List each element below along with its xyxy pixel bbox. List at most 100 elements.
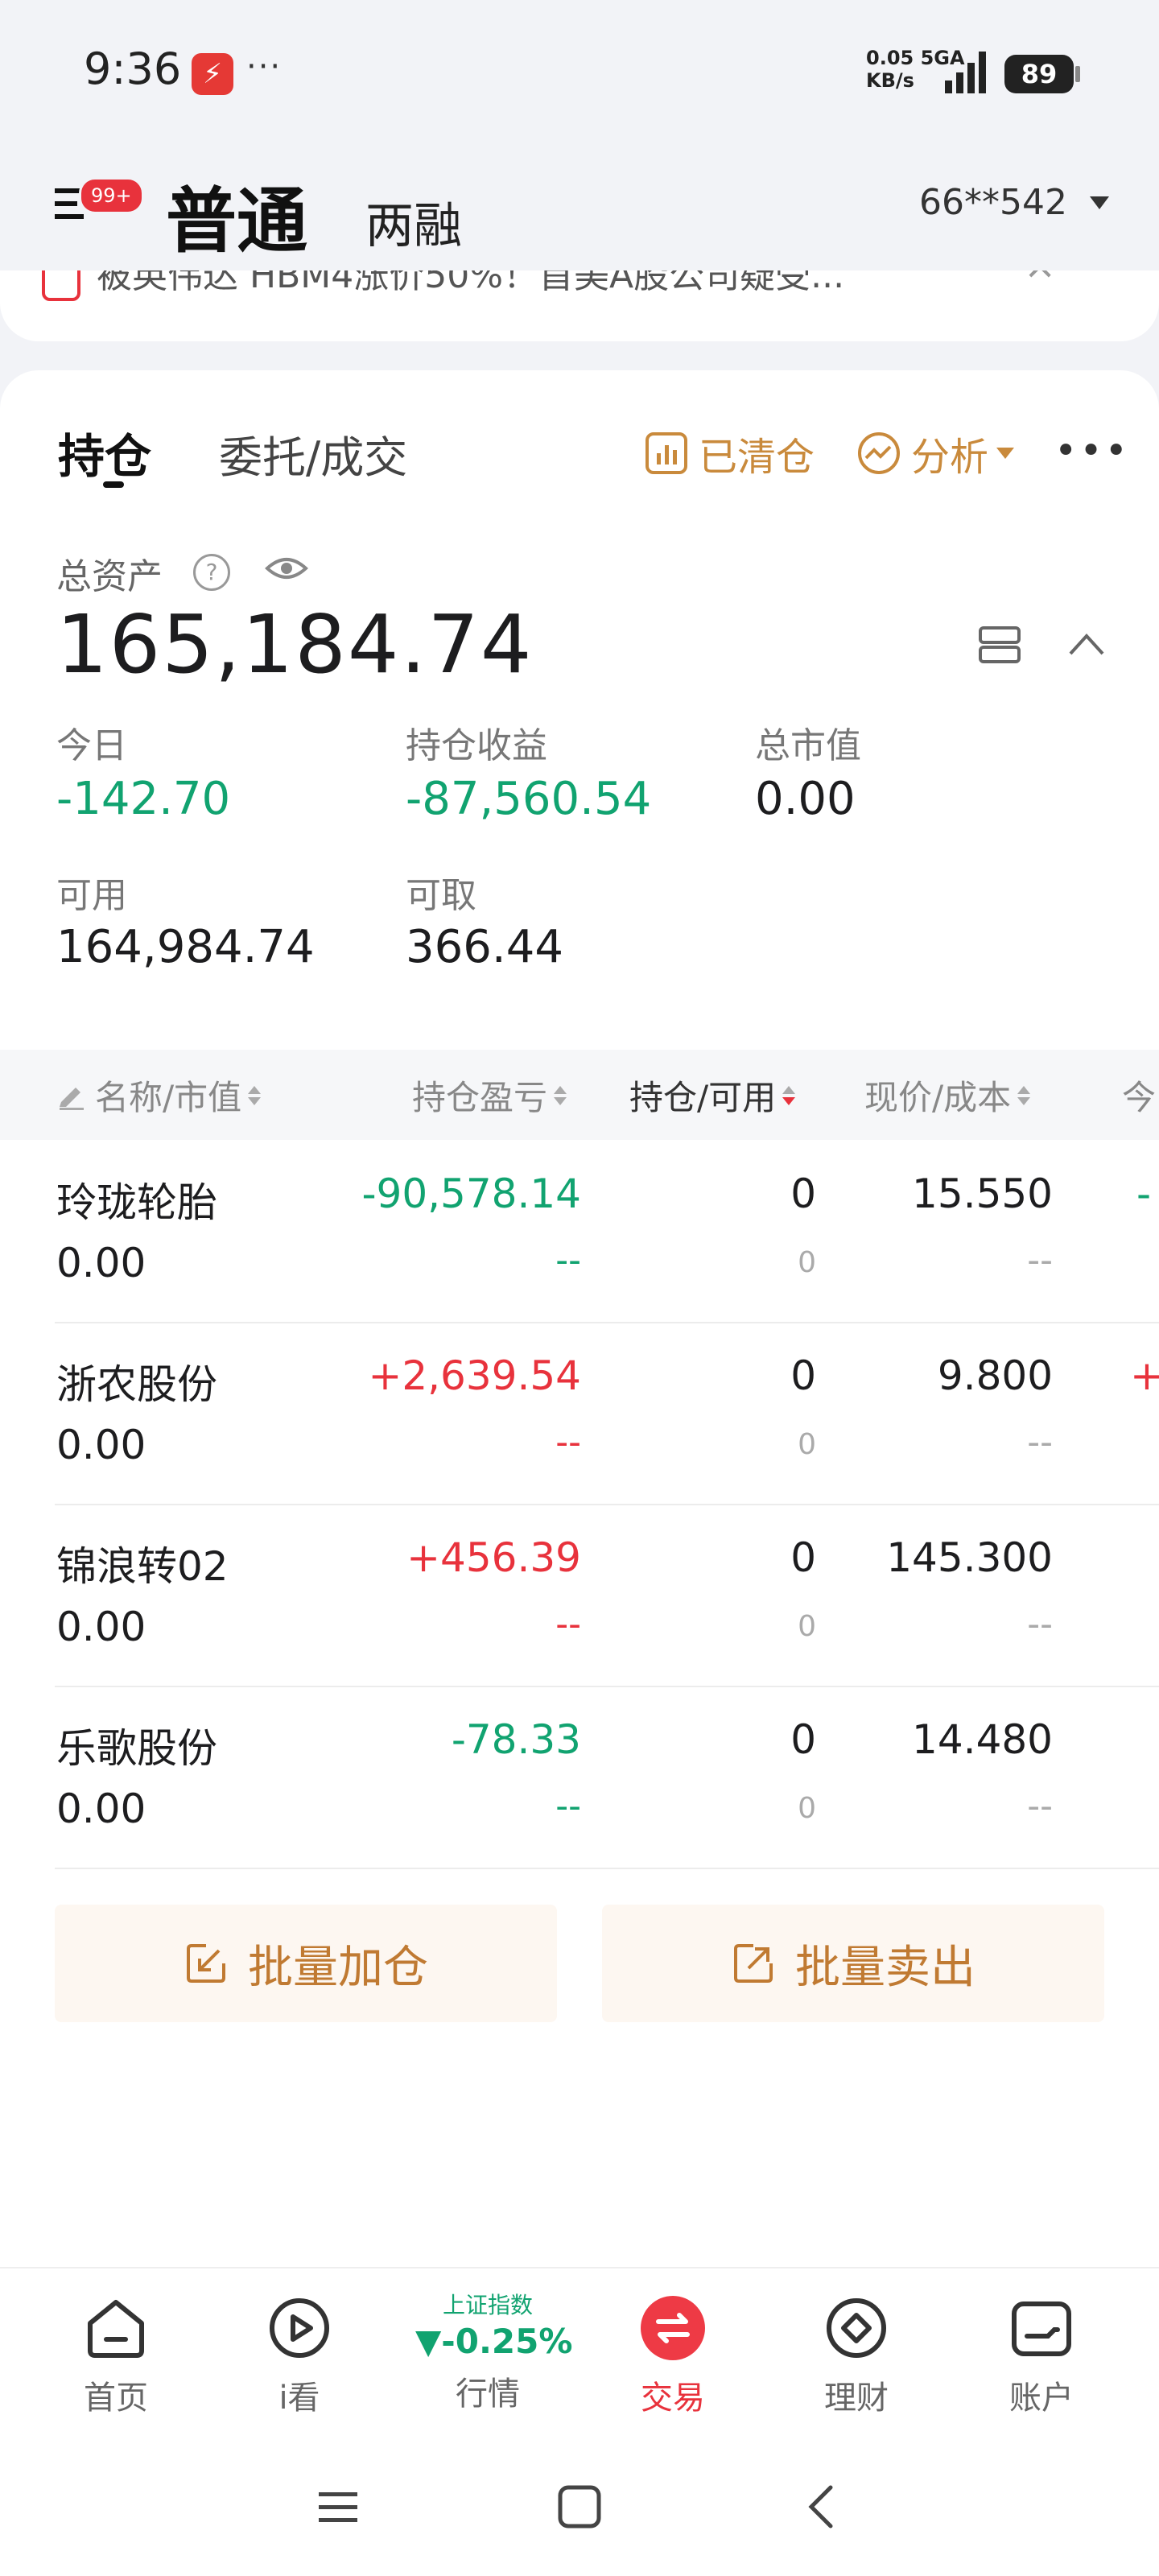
wealth-icon (827, 2298, 886, 2358)
home-icon (88, 2300, 144, 2358)
stock-position: 0 (790, 1170, 816, 1217)
row-divider (55, 1868, 1159, 1869)
stock-today: - (1136, 1170, 1152, 1217)
stock-available: 0 (798, 1428, 816, 1461)
available-value: 164,984.74 (56, 921, 315, 973)
stock-pnl: +2,639.54 (368, 1352, 581, 1399)
column-today[interactable]: 今 (1122, 1071, 1156, 1120)
net-speed-unit: KB/s (866, 69, 914, 92)
stock-name: 浙农股份 (56, 1361, 217, 1408)
active-tab-indicator (103, 481, 124, 488)
nav-account[interactable]: 账户 (969, 2294, 1114, 2418)
column-name-value[interactable]: 名称/市值 (56, 1071, 262, 1120)
stock-market-value: 0.00 (56, 1785, 146, 1832)
nav-home[interactable]: 首页 (43, 2294, 188, 2418)
stock-position: 0 (790, 1352, 816, 1399)
bulk-add-button[interactable]: 批量加仓 (55, 1905, 557, 2022)
help-icon[interactable]: ? (193, 554, 230, 591)
nav-market-label: 行情 (456, 2376, 520, 2413)
stock-available: 0 (798, 1792, 816, 1825)
bulk-sell-button[interactable]: 批量卖出 (602, 1905, 1104, 2022)
nav-home-label: 首页 (84, 2380, 148, 2417)
more-notifications-icon: ··· (246, 48, 283, 85)
column-pnl[interactable]: 持仓盈亏 (412, 1071, 567, 1120)
net-speed-value: 0.05 (866, 47, 914, 69)
cleared-positions-button[interactable]: 已清仓 (644, 425, 815, 481)
stock-name: 锦浪转02 (56, 1543, 229, 1590)
stock-pnl: -78.33 (451, 1716, 581, 1763)
stock-pnl-ratio: -- (555, 1785, 581, 1827)
total-assets-label: 总资产 (56, 556, 163, 597)
index-name: 上证指数 (442, 2292, 533, 2318)
tab-margin-account[interactable]: 两融 (365, 187, 462, 257)
eye-icon[interactable] (264, 551, 309, 586)
analysis-label: 分析 (911, 435, 989, 480)
today-pnl-value: -142.70 (56, 773, 231, 825)
withdrawable-value: 366.44 (406, 921, 563, 973)
tab-holdings[interactable]: 持仓 (58, 419, 151, 486)
stock-available: 0 (798, 1610, 816, 1643)
stock-price: 145.300 (886, 1534, 1053, 1581)
stock-market-value: 0.00 (56, 1240, 146, 1286)
edit-icon[interactable] (56, 1081, 85, 1110)
trade-icon (641, 2296, 705, 2360)
column-price-cost[interactable]: 现价/成本 (864, 1071, 1031, 1120)
signal-icon (945, 52, 986, 93)
nav-watch-label: i看 (278, 2380, 320, 2417)
nav-wealth[interactable]: 理财 (784, 2294, 929, 2418)
market-value-value: 0.00 (755, 773, 856, 825)
stock-pnl: +456.39 (406, 1534, 581, 1581)
today-pnl-label: 今日 (56, 725, 127, 766)
stock-price: 9.800 (937, 1352, 1053, 1399)
sort-icon (554, 1085, 567, 1105)
bulk-sell-icon (734, 1944, 773, 1983)
chevron-up-icon[interactable] (1067, 631, 1106, 657)
app-notification-icon: ⚡ (192, 53, 233, 95)
more-options-icon[interactable]: ••• (1054, 428, 1130, 473)
analysis-button[interactable]: 分析 (856, 425, 1015, 481)
tab-orders[interactable]: 委托/成交 (219, 422, 407, 485)
layout-toggle-icon[interactable] (977, 625, 1022, 665)
stock-pnl-ratio: -- (555, 1240, 581, 1281)
stock-available: 0 (798, 1246, 816, 1279)
notice-icon (42, 270, 80, 301)
stock-market-value: 0.00 (56, 1422, 146, 1468)
battery-tip (1075, 66, 1080, 82)
stock-name: 玲珑轮胎 (56, 1179, 217, 1226)
stock-price: 15.550 (912, 1170, 1053, 1217)
news-ticker-text[interactable]: 被英伟达 HBM4涨价50%！首美A股公司疑受... (97, 270, 982, 298)
sort-icon-active (782, 1085, 796, 1105)
recent-apps-icon[interactable] (316, 2484, 361, 2529)
holding-pnl-value: -87,560.54 (406, 773, 652, 825)
close-icon[interactable]: × (1024, 270, 1056, 288)
nav-trade[interactable]: 交易 (600, 2294, 745, 2418)
stock-cost: -- (1027, 1785, 1053, 1827)
nav-market[interactable]: 上证指数 ▼-0.25% 行情 (415, 2288, 572, 2414)
column-position[interactable]: 持仓/可用 (629, 1071, 796, 1120)
stock-market-value: 0.00 (56, 1604, 146, 1650)
back-icon[interactable] (800, 2484, 845, 2529)
account-selector[interactable]: 66**542 (919, 182, 1067, 223)
tab-normal-account[interactable]: 普通 (166, 164, 307, 266)
market-value-label: 总市值 (755, 725, 861, 766)
news-ticker[interactable]: 被英伟达 HBM4涨价50%！首美A股公司疑受... × (0, 270, 1159, 341)
bulk-add-label: 批量加仓 (248, 1941, 428, 1994)
message-count-badge: 99+ (79, 177, 144, 214)
row-divider (55, 1504, 1159, 1505)
column-label: 现价/成本 (864, 1078, 1012, 1117)
stock-pnl: -90,578.14 (361, 1170, 581, 1217)
nav-watch[interactable]: i看 (227, 2294, 372, 2418)
stock-pnl-ratio: -- (555, 1422, 581, 1463)
battery-icon: 89 (1004, 55, 1074, 93)
column-label: 今 (1122, 1078, 1157, 1117)
analysis-icon (858, 432, 900, 474)
home-button-icon[interactable] (557, 2484, 602, 2529)
stock-cost: -- (1027, 1422, 1053, 1463)
available-label: 可用 (56, 875, 127, 916)
cleared-label: 已清仓 (699, 435, 815, 480)
stock-position: 0 (790, 1534, 816, 1581)
sort-icon (1017, 1085, 1031, 1105)
row-divider (55, 1322, 1159, 1323)
caret-down-icon (996, 448, 1015, 459)
chevron-down-icon[interactable] (1090, 196, 1109, 209)
